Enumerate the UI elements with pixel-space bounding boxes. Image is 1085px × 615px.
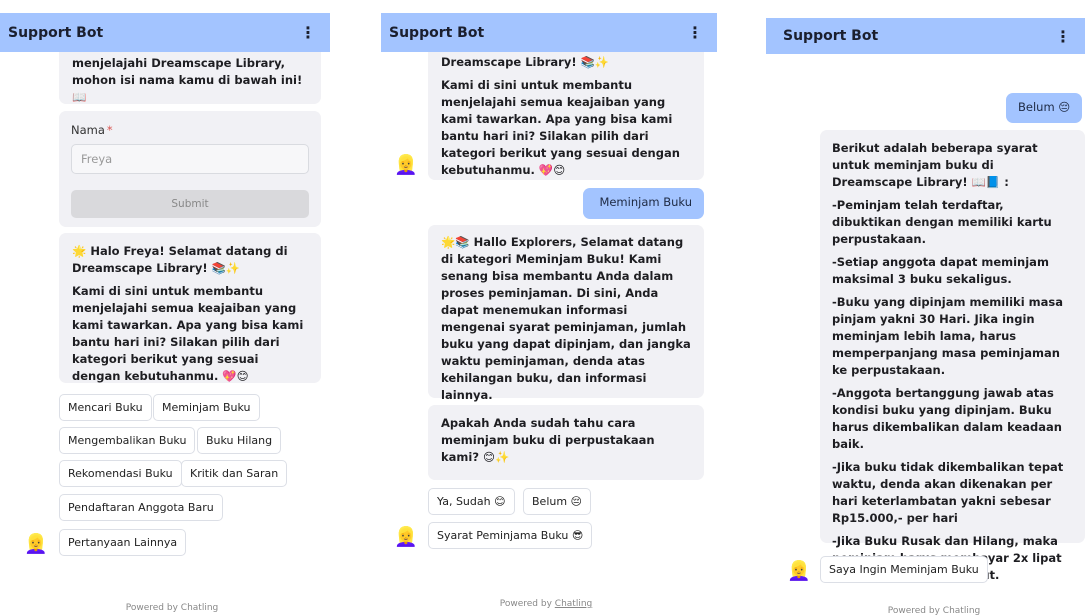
powered-by-footer: Powered by Chatling (125, 603, 219, 613)
message-text: Kami di sini untuk membantu menjelajahi … (441, 78, 680, 177)
user-message: Belum 😔 (1006, 93, 1082, 123)
bot-message-welcome: Dreamscape Library! 📚✨ Kami di sini untu… (428, 40, 704, 180)
bot-message-question: Apakah Anda sudah tahu cara meminjam buk… (428, 405, 704, 480)
message-text: Apakah Anda sudah tahu cara meminjam buk… (441, 416, 655, 464)
chip-rekomendasi-buku[interactable]: Rekomendasi Buku (59, 460, 182, 487)
message-text: Kami di sini untuk membantu menjelajahi … (72, 284, 304, 383)
chip-syarat-peminjaman-buku[interactable]: Syarat Peminjama Buku 😎 (428, 522, 593, 549)
chip-saya-ingin-meminjam-buku[interactable]: Saya Ingin Meminjam Buku (820, 556, 988, 583)
message-text: -Buku yang dipinjam memiliki masa pinjam… (832, 295, 1063, 377)
chip-ya-sudah[interactable]: Ya, Sudah 😊 (428, 488, 515, 515)
chat-panel-1: menjelajahi Dreamscape Library, mohon is… (0, 0, 352, 615)
user-message: Meminjam Buku (583, 188, 704, 219)
bot-message-welcome: 🌟 Halo Freya! Selamat datang di Dreamsca… (59, 233, 321, 383)
chip-mengembalikan-buku[interactable]: Mengembalikan Buku (59, 427, 196, 454)
message-text: Dreamscape Library! 📚✨ (441, 55, 610, 69)
bot-avatar: 👱‍♀️ (787, 560, 811, 582)
bot-avatar: 👱‍♀️ (394, 154, 418, 176)
message-text: menjelajahi Dreamscape Library, mohon is… (72, 56, 303, 104)
chip-kritik-dan-saran[interactable]: Kritik dan Saran (181, 460, 288, 487)
message-text: -Peminjam telah terdaftar, dibuktikan de… (832, 198, 1052, 246)
chat-header: Support Bot ⋮ (381, 13, 717, 52)
chip-meminjam-buku[interactable]: Meminjam Buku (153, 394, 260, 421)
submit-button[interactable]: Submit (71, 190, 309, 218)
more-menu-icon[interactable]: ⋮ (1055, 27, 1071, 46)
chatling-link[interactable]: Chatling (555, 599, 592, 609)
powered-by-footer: Powered by Chatling (499, 599, 593, 609)
header-title: Support Bot (783, 28, 879, 44)
message-text: 🌟 Halo Freya! Selamat datang di Dreamsca… (72, 244, 288, 275)
powered-by-footer: Powered by Chatling (887, 606, 981, 615)
header-title: Support Bot (8, 24, 104, 41)
name-input[interactable]: Freya (71, 144, 309, 174)
chip-buku-hilang[interactable]: Buku Hilang (197, 427, 282, 454)
message-text: -Setiap anggota dapat meminjam maksimal … (832, 255, 1049, 286)
more-menu-icon[interactable]: ⋮ (300, 23, 316, 42)
chip-belum[interactable]: Belum 😔 (523, 488, 592, 515)
message-text: -Anggota bertanggung jawab atas kondisi … (832, 386, 1062, 451)
more-menu-icon[interactable]: ⋮ (687, 23, 703, 42)
chip-mencari-buku[interactable]: Mencari Buku (59, 394, 152, 421)
message-text: -Jika buku tidak dikembalikan tepat wakt… (832, 460, 1064, 525)
chip-pendaftaran-anggota-baru[interactable]: Pendaftaran Anggota Baru (59, 494, 223, 521)
bot-avatar: 👱‍♀️ (24, 533, 48, 555)
chat-panel-2: Dreamscape Library! 📚✨ Kami di sini untu… (374, 0, 720, 615)
bot-message-category: 🌟📚 Hallo Explorers, Selamat datang di ka… (428, 225, 704, 402)
chat-panel-3: Support Bot ⋮ Belum 😔 Berikut adalah beb… (766, 0, 1085, 615)
bot-message-requirements: Berikut adalah beberapa syarat untuk mem… (820, 130, 1085, 582)
header-title: Support Bot (389, 24, 485, 41)
bot-avatar: 👱‍♀️ (394, 526, 418, 548)
name-form: Nama * Freya Submit (59, 111, 321, 227)
chip-pertanyaan-lainnya[interactable]: Pertanyaan Lainnya (59, 529, 187, 556)
name-label: Nama * (71, 123, 113, 137)
chat-header: Support Bot ⋮ (766, 18, 1085, 54)
message-text: Berikut adalah beberapa syarat untuk mem… (832, 141, 1038, 189)
message-text: 🌟📚 Hallo Explorers, Selamat datang di ka… (441, 235, 691, 402)
chat-header: Support Bot ⋮ (0, 13, 330, 52)
